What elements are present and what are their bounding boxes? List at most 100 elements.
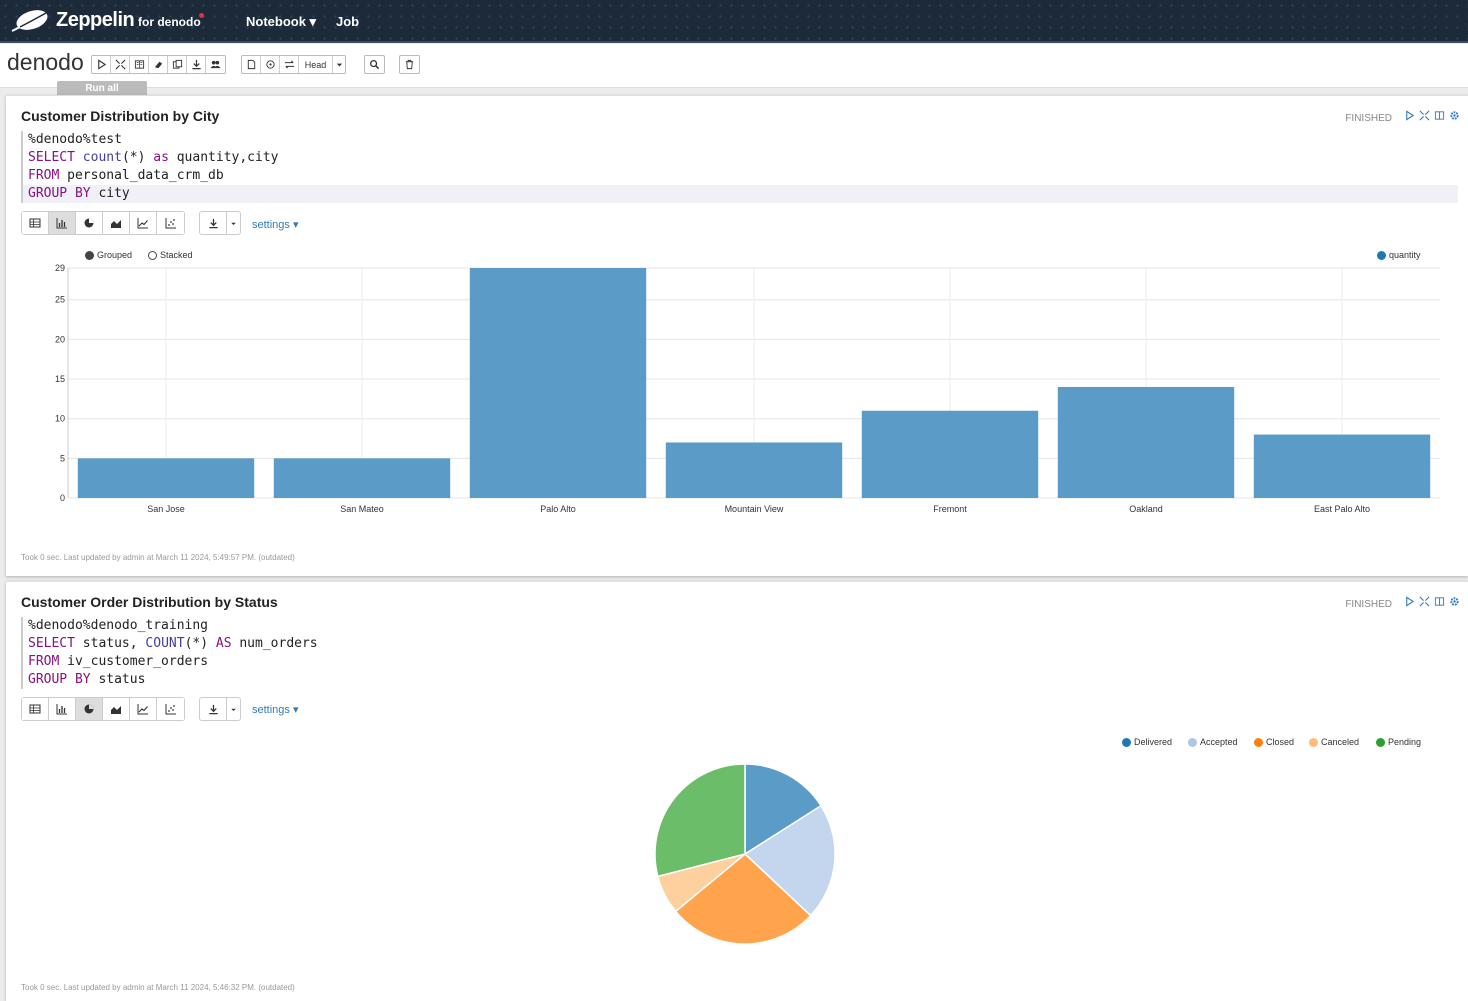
line-chart-button[interactable] [130, 698, 157, 720]
permissions-button[interactable] [206, 56, 225, 73]
notebook-action-bar: denodo Head [0, 44, 1468, 88]
bar[interactable] [273, 458, 451, 498]
run-paragraph-icon[interactable] [1404, 110, 1415, 121]
search-button[interactable] [365, 56, 384, 73]
collapse-icon[interactable] [1419, 596, 1430, 607]
legend-swatch [1309, 737, 1318, 747]
nav-job-link[interactable]: Job [336, 14, 359, 29]
download-dropdown-toggle[interactable] [227, 698, 240, 720]
area-chart-button[interactable] [103, 212, 130, 234]
book-icon[interactable] [1434, 110, 1445, 121]
bar-chart-button[interactable] [49, 212, 76, 234]
legend-item-canceled[interactable]: Canceled [1309, 737, 1359, 747]
legend-swatch [1122, 737, 1131, 747]
nav-notebook-menu[interactable]: Notebook ▾ [246, 14, 316, 30]
legend-item-pending[interactable]: Pending [1376, 737, 1421, 747]
code-keyword: GROUP BY [28, 186, 91, 201]
book-icon[interactable] [1434, 596, 1445, 607]
clear-output-button[interactable] [149, 56, 168, 73]
gear-icon[interactable] [1449, 596, 1460, 607]
table-view-button[interactable] [22, 698, 49, 720]
line-chart-button[interactable] [130, 212, 157, 234]
settings-toggle[interactable]: settings ▾ [252, 218, 299, 231]
settings-toggle[interactable]: settings ▾ [252, 703, 299, 716]
brand-name[interactable]: Zeppelin [56, 9, 135, 32]
version-control-button[interactable] [242, 56, 261, 73]
code-line: GROUP BY city [23, 185, 1458, 203]
code-editor[interactable]: %denodo%denodo_training SELECT status, C… [21, 617, 1458, 689]
bar-chart-button[interactable] [49, 698, 76, 720]
run-paragraph-icon[interactable] [1404, 596, 1415, 607]
area-chart-button[interactable] [103, 698, 130, 720]
code-keyword: FROM [28, 654, 60, 669]
revision-head-select[interactable]: Head [299, 56, 333, 73]
code-editor[interactable]: %denodo%test SELECT count(*) as quantity… [21, 131, 1458, 203]
scatter-chart-icon [165, 218, 176, 229]
scatter-chart-button[interactable] [157, 698, 184, 720]
download-button[interactable] [200, 212, 227, 234]
paragraph-status: FINISHED [1345, 599, 1392, 610]
compare-revisions-button[interactable] [280, 56, 299, 73]
legend-item-accepted[interactable]: Accepted [1188, 737, 1238, 747]
pie-chart-button[interactable] [76, 212, 103, 234]
bar[interactable] [665, 442, 843, 498]
x-tick-label: Mountain View [725, 504, 784, 514]
bar[interactable] [77, 458, 255, 498]
bar-chart-icon [56, 218, 67, 229]
x-tick-label: Palo Alto [540, 504, 576, 514]
bar[interactable] [1253, 434, 1431, 498]
delete-notebook-button[interactable] [400, 56, 419, 73]
paragraph-city-distribution: Customer Distribution by City FINISHED %… [6, 95, 1468, 576]
legend-label: Pending [1388, 737, 1422, 747]
code-text: personal_data_crm_db [59, 168, 224, 183]
legend-item-delivered[interactable]: Delivered [1122, 737, 1172, 747]
paragraph-controls [1404, 596, 1460, 607]
pie-chart-icon [84, 218, 94, 228]
visualization-toolbar [21, 697, 185, 721]
paragraph-order-status: Customer Order Distribution by Status FI… [6, 581, 1468, 1001]
commit-icon [265, 60, 275, 69]
export-notebook-button[interactable] [187, 56, 206, 73]
legend-item-closed[interactable]: Closed [1254, 737, 1294, 747]
notebook-title[interactable]: denodo [7, 49, 84, 76]
paragraph-title[interactable]: Customer Distribution by City [21, 108, 219, 124]
toggle-output-button[interactable] [130, 56, 149, 73]
gear-icon[interactable] [1449, 110, 1460, 121]
caret-down-icon [231, 708, 236, 711]
caret-down-icon [231, 222, 236, 225]
code-line: GROUP BY status [23, 671, 1458, 689]
collapse-icon[interactable] [1419, 110, 1430, 121]
users-icon [210, 60, 221, 69]
code-line: %denodo%test [23, 131, 1458, 149]
download-button[interactable] [200, 698, 227, 720]
bar[interactable] [861, 410, 1039, 498]
scatter-chart-button[interactable] [157, 212, 184, 234]
caret-down-icon [336, 63, 342, 67]
code-keyword: SELECT [28, 150, 75, 165]
line-chart-icon [137, 704, 148, 715]
pie-chart-icon [84, 704, 94, 714]
paragraph-title[interactable]: Customer Order Distribution by Status [21, 594, 278, 610]
legend-label: Accepted [1200, 737, 1238, 747]
commit-button[interactable] [261, 56, 280, 73]
legend-label: Canceled [1321, 737, 1360, 747]
zeppelin-logo-icon[interactable] [10, 7, 50, 35]
exchange-icon [284, 60, 294, 69]
eraser-icon [154, 61, 162, 69]
clone-notebook-button[interactable] [168, 56, 187, 73]
bar-chart-icon [56, 704, 67, 715]
table-view-button[interactable] [22, 212, 49, 234]
download-dropdown-toggle[interactable] [227, 212, 240, 234]
run-all-button[interactable] [92, 56, 111, 73]
bar[interactable] [469, 268, 647, 498]
download-group [199, 697, 241, 721]
toggle-code-button[interactable] [111, 56, 130, 73]
revision-dropdown-toggle[interactable] [333, 56, 345, 73]
download-icon [191, 59, 201, 70]
bar[interactable] [1057, 386, 1235, 498]
pie-chart-button[interactable] [76, 698, 103, 720]
code-text: quantity,city [168, 150, 279, 165]
search-icon [370, 60, 380, 70]
x-tick-label: Oakland [1129, 504, 1163, 514]
search-group [364, 55, 385, 74]
